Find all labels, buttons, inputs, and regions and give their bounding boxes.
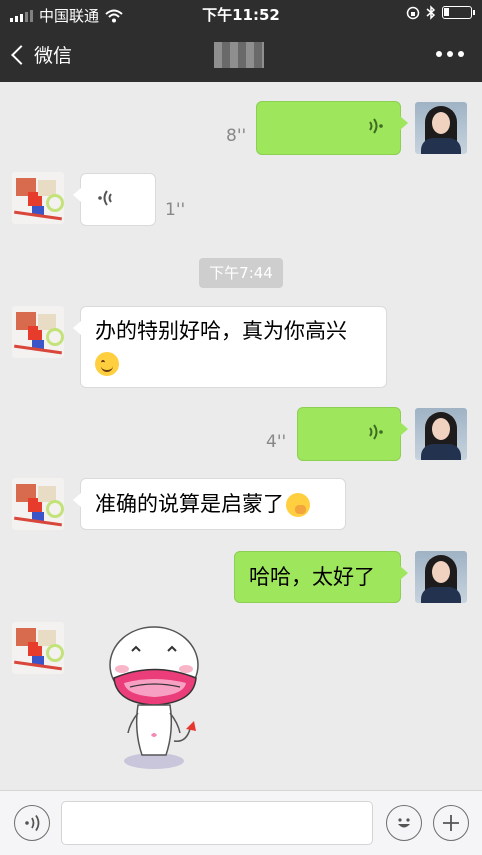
voice-message-bubble[interactable] — [297, 407, 408, 461]
my-avatar[interactable] — [415, 408, 467, 460]
voice-wave-icon — [369, 118, 383, 134]
bluetooth-icon — [426, 5, 436, 20]
contact-avatar[interactable] — [12, 306, 64, 358]
dot-icon — [458, 51, 464, 57]
chevron-left-icon — [11, 44, 31, 65]
message-text: 准确的说算是启蒙了 — [95, 492, 284, 516]
smile-emoji-icon — [95, 352, 119, 376]
plus-button[interactable] — [433, 805, 469, 841]
message-text: 办的特别好哈，真为你高兴 — [95, 319, 347, 343]
contact-avatar[interactable] — [12, 172, 64, 224]
my-avatar[interactable] — [415, 551, 467, 603]
voice-message-bubble[interactable] — [256, 101, 408, 155]
back-button[interactable]: 微信 — [10, 41, 72, 68]
contact-avatar[interactable] — [12, 622, 64, 674]
back-label: 微信 — [34, 45, 73, 67]
text-message-bubble[interactable]: 哈哈，太好了 — [234, 551, 408, 603]
cartoon-sticker[interactable] — [104, 623, 212, 773]
text-message-bubble[interactable]: 办的特别好哈，真为你高兴 — [73, 306, 387, 388]
text-message-bubble[interactable]: 准确的说算是启蒙了 — [73, 478, 346, 530]
chat-area[interactable]: 8'' 1'' 下午7:44 办的特别好哈，真为你高兴 4'' 准确的说算是启蒙… — [0, 82, 482, 790]
status-bar: 中国联通 下午11:52 — [0, 0, 482, 28]
nav-bar: 微信 — [0, 28, 482, 82]
contact-avatar[interactable] — [12, 478, 64, 530]
battery-level — [444, 8, 449, 16]
message-input[interactable] — [61, 801, 373, 845]
input-bar — [0, 790, 482, 855]
voice-wave-icon — [98, 190, 112, 206]
battery-icon — [442, 6, 475, 19]
voice-duration: 1'' — [165, 200, 186, 220]
emoji-icon — [398, 818, 410, 828]
voice-input-button[interactable] — [14, 805, 50, 841]
my-avatar[interactable] — [415, 102, 467, 154]
voice-input-icon — [25, 815, 40, 831]
orientation-lock-icon — [406, 6, 420, 19]
chat-title-blurred — [214, 42, 264, 68]
message-text: 哈哈，太好了 — [249, 565, 375, 589]
voice-duration: 8'' — [226, 126, 247, 146]
shy-emoji-icon — [286, 493, 310, 517]
voice-message-bubble[interactable] — [73, 173, 156, 226]
more-options-button[interactable] — [436, 51, 464, 57]
status-right — [406, 5, 475, 20]
dot-icon — [447, 51, 453, 57]
voice-duration: 4'' — [266, 432, 287, 452]
time-divider: 下午7:44 — [199, 258, 283, 288]
plus-icon — [443, 815, 459, 831]
emoji-button[interactable] — [386, 805, 422, 841]
dot-icon — [436, 51, 442, 57]
voice-wave-icon — [369, 424, 383, 440]
